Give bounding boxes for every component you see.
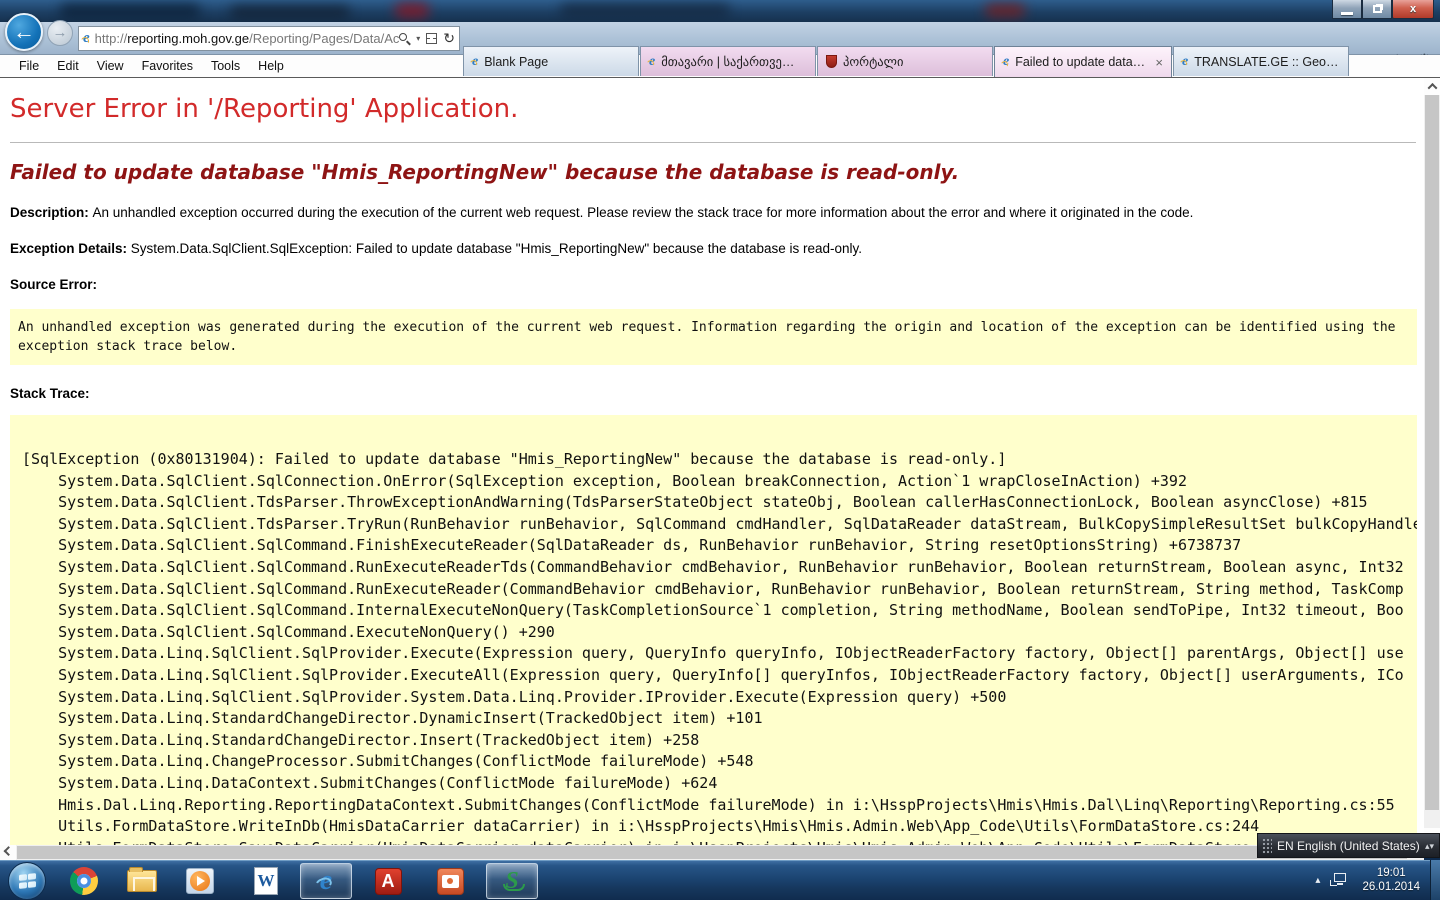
internet-explorer-favicon-icon: e xyxy=(649,54,655,70)
window-controls: x xyxy=(1332,0,1434,19)
powerpoint-icon xyxy=(437,868,464,895)
restore-icon xyxy=(1373,5,1382,13)
start-button[interactable] xyxy=(8,862,46,900)
clock-time: 19:01 xyxy=(1362,866,1420,880)
source-error-text: An unhandled exception was generated dur… xyxy=(18,320,1396,354)
forward-button[interactable]: → xyxy=(47,20,73,46)
address-bar[interactable]: e http://reporting.moh.gov.ge/Reporting/… xyxy=(78,26,460,51)
taskbar: W e A S xyxy=(0,860,1440,900)
language-indicator[interactable]: EN English (United States) xyxy=(1277,839,1420,853)
horizontal-scrollbar[interactable] xyxy=(0,845,1424,860)
tab-translate-ge[interactable]: e TRANSLATE.GE :: Georgia... xyxy=(1173,46,1349,76)
health-app-icon: S xyxy=(505,869,518,893)
exception-details-text: System.Data.SqlClient.SqlException: Fail… xyxy=(131,241,862,256)
menu-view[interactable]: View xyxy=(88,56,133,76)
menu-edit[interactable]: Edit xyxy=(48,56,88,76)
description-label: Description: xyxy=(10,205,93,220)
windows-logo-icon xyxy=(19,873,36,889)
taskbar-chrome-button[interactable] xyxy=(58,863,110,899)
language-bar[interactable]: EN English (United States) ▴▾ xyxy=(1257,833,1440,858)
system-tray: ▴ 19:01 26.01.2014 xyxy=(1305,860,1440,900)
titlebar-blur-decoration xyxy=(60,4,200,18)
network-icon[interactable] xyxy=(1330,873,1346,887)
exception-details-label: Exception Details: xyxy=(10,241,131,256)
tab-blank-page[interactable]: e Blank Page xyxy=(463,46,639,76)
drag-handle-icon[interactable] xyxy=(1262,838,1272,854)
titlebar-blur-decoration xyxy=(985,4,1025,17)
tab-strip: e Blank Page e მთავარი | საქართველოს მ..… xyxy=(463,46,1350,76)
taskbar-internet-explorer-button[interactable]: e xyxy=(300,863,352,899)
back-button[interactable]: ← xyxy=(5,13,43,51)
menu-tools[interactable]: Tools xyxy=(202,56,249,76)
divider xyxy=(10,142,1416,143)
page-title: Server Error in '/Reporting' Application… xyxy=(10,94,1424,124)
vertical-scrollbar-thumb[interactable] xyxy=(1425,95,1439,810)
exception-paragraph: Exception Details: System.Data.SqlClient… xyxy=(10,241,1424,256)
back-icon: ← xyxy=(13,19,35,44)
description-text: An unhandled exception occurred during t… xyxy=(93,205,1194,220)
search-icon[interactable] xyxy=(399,33,410,44)
chevron-left-icon xyxy=(3,846,13,856)
taskbar-word-button[interactable]: W xyxy=(240,863,292,899)
titlebar-blur-decoration xyxy=(230,6,350,18)
description-paragraph: Description: An unhandled exception occu… xyxy=(10,205,1424,220)
language-options-icon[interactable]: ▴▾ xyxy=(1420,842,1439,850)
portal-favicon-icon xyxy=(826,55,837,68)
url-text: http://reporting.moh.gov.ge/Reporting/Pa… xyxy=(95,31,400,46)
word-icon: W xyxy=(254,867,278,895)
error-message: Failed to update database "Hmis_Reportin… xyxy=(10,160,1424,184)
tab-mtavari[interactable]: e მთავარი | საქართველოს მ... xyxy=(640,46,816,76)
taskbar-media-player-button[interactable] xyxy=(174,863,226,899)
source-error-box: An unhandled exception was generated dur… xyxy=(10,309,1417,365)
tab-close-icon[interactable]: × xyxy=(1153,55,1163,70)
close-icon: x xyxy=(1410,3,1416,15)
taskbar-acrobat-button[interactable]: A xyxy=(362,863,414,899)
internet-explorer-favicon-icon: e xyxy=(1182,54,1188,70)
menu-favorites[interactable]: Favorites xyxy=(133,56,202,76)
taskbar-clock[interactable]: 19:01 26.01.2014 xyxy=(1360,866,1430,894)
compatibility-view-icon[interactable] xyxy=(426,33,437,44)
adobe-reader-icon: A xyxy=(375,868,402,895)
taskbar-powerpoint-button[interactable] xyxy=(424,863,476,899)
scroll-left-button[interactable] xyxy=(0,845,16,860)
folder-icon xyxy=(127,870,157,892)
show-desktop-button[interactable] xyxy=(1430,860,1440,900)
media-player-icon xyxy=(186,868,214,894)
tab-portali[interactable]: პორტალი xyxy=(817,46,993,76)
chevron-up-icon xyxy=(1427,83,1437,93)
window-titlebar xyxy=(0,0,1440,22)
taskbar-health-app-button[interactable]: S xyxy=(486,863,538,899)
scroll-up-button[interactable] xyxy=(1424,78,1440,95)
internet-explorer-favicon-icon: e xyxy=(1003,54,1009,70)
titlebar-blur-decoration xyxy=(560,4,730,17)
browser-navigation-bar: → ← e http://reporting.moh.gov.ge/Report… xyxy=(0,22,1440,55)
taskbar-explorer-button[interactable] xyxy=(116,863,168,899)
address-dropdown-icon[interactable]: ▾ xyxy=(416,34,420,43)
minimize-button[interactable] xyxy=(1332,0,1362,19)
internet-explorer-icon: e xyxy=(320,867,332,895)
tab-failed-to-update[interactable]: e Failed to update datab... × xyxy=(994,46,1172,77)
clock-date: 26.01.2014 xyxy=(1362,880,1420,894)
internet-explorer-favicon-icon: e xyxy=(83,30,90,47)
forward-icon: → xyxy=(53,24,68,41)
horizontal-scrollbar-thumb[interactable] xyxy=(17,846,1407,859)
source-error-label: Source Error: xyxy=(10,277,1424,292)
chrome-icon xyxy=(70,867,98,895)
vertical-scrollbar[interactable] xyxy=(1424,78,1440,845)
menu-help[interactable]: Help xyxy=(249,56,293,76)
stack-trace-label: Stack Trace: xyxy=(10,386,1424,401)
show-hidden-icons-button[interactable]: ▴ xyxy=(1305,875,1330,886)
stack-trace-box: [SqlException (0x80131904): Failed to up… xyxy=(10,415,1417,845)
minimize-icon xyxy=(1341,12,1353,15)
refresh-icon[interactable]: ↻ xyxy=(443,30,455,47)
close-button[interactable]: x xyxy=(1392,0,1434,19)
internet-explorer-favicon-icon: e xyxy=(472,54,478,70)
error-page: Server Error in '/Reporting' Application… xyxy=(0,78,1424,845)
menu-file[interactable]: File xyxy=(10,56,48,76)
restore-button[interactable] xyxy=(1362,0,1392,19)
titlebar-blur-decoration xyxy=(395,3,429,18)
